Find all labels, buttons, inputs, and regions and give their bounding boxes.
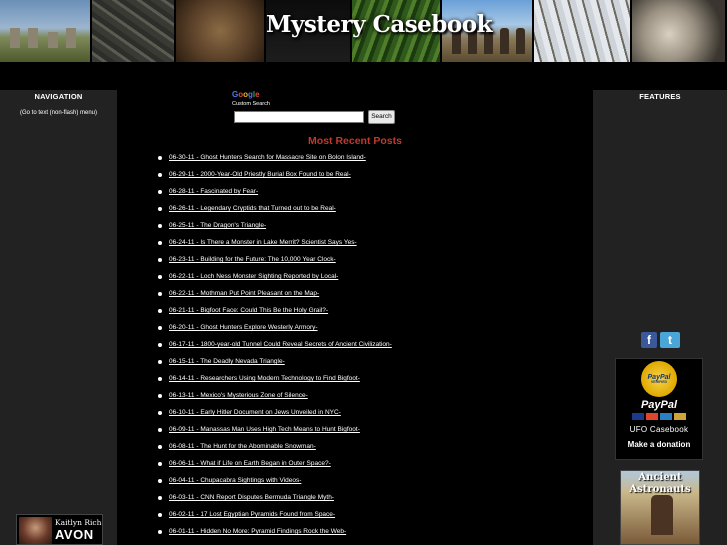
post-link[interactable]: 06-10-11 - Early Hitler Document on Jews… bbox=[169, 409, 341, 416]
creature-image bbox=[632, 0, 727, 62]
twitter-icon[interactable]: t bbox=[660, 332, 680, 348]
ad-title-line2: Astronauts bbox=[629, 484, 691, 495]
list-item: 06-24-11 - Is There a Monster in Lake Me… bbox=[157, 239, 392, 256]
list-item: 06-10-11 - Early Hitler Document on Jews… bbox=[157, 409, 392, 426]
post-link[interactable]: 06-29-11 - 2000-Year-Old Priestly Burial… bbox=[169, 171, 351, 178]
post-link[interactable]: 06-28-11 - Fascinated by Fear- bbox=[169, 188, 258, 195]
list-item: 06-14-11 - Researchers Using Modern Tech… bbox=[157, 375, 392, 392]
snowy-forest-image bbox=[534, 0, 632, 62]
post-link[interactable]: 06-01-11 - Hidden No More: Pyramid Findi… bbox=[169, 528, 346, 535]
post-link[interactable]: 06-20-11 - Ghost Hunters Explore Westerl… bbox=[169, 324, 318, 331]
paypal-verified-badge: PayPal VERIFIED bbox=[641, 361, 677, 397]
post-link[interactable]: 06-25-11 - The Dragon's Triangle- bbox=[169, 222, 266, 229]
social-links: f t bbox=[641, 332, 680, 348]
custom-search-label: Custom Search bbox=[232, 101, 270, 107]
list-item: 06-20-11 - Ghost Hunters Explore Westerl… bbox=[157, 324, 392, 341]
post-link[interactable]: 06-21-11 - Bigfoot Face: Could This Be t… bbox=[169, 307, 328, 314]
search-input[interactable] bbox=[234, 111, 364, 123]
left-sidebar: NAVIGATION (Go to text (non-flash) menu)… bbox=[0, 90, 117, 545]
ad-title-line1: Ancient bbox=[638, 472, 682, 483]
list-item: 06-22-11 - Loch Ness Monster Sighting Re… bbox=[157, 273, 392, 290]
post-link[interactable]: 06-15-11 - The Deadly Nevada Triangle- bbox=[169, 358, 285, 365]
list-item: 06-23-11 - Building for the Future: The … bbox=[157, 256, 392, 273]
list-item: 06-09-11 - Manassas Man Uses High Tech M… bbox=[157, 426, 392, 443]
post-link[interactable]: 06-30-11 - Ghost Hunters Search for Mass… bbox=[169, 154, 366, 161]
recent-posts-list: 06-30-11 - Ghost Hunters Search for Mass… bbox=[157, 154, 392, 545]
facebook-icon[interactable]: f bbox=[641, 332, 657, 348]
paypal-logo: PayPal bbox=[640, 399, 678, 411]
list-item: 06-28-11 - Fascinated by Fear- bbox=[157, 188, 392, 205]
site-title[interactable]: Mystery Casebook bbox=[266, 11, 493, 38]
list-item: 06-06-11 - What if Life on Earth Began i… bbox=[157, 460, 392, 477]
donation-cta: Make a donation bbox=[627, 440, 691, 449]
text-menu-link[interactable]: (Go to text (non-flash) menu) bbox=[0, 110, 117, 116]
avon-logo: AVON bbox=[55, 527, 94, 542]
post-link[interactable]: 06-13-11 - Mexico's Mysterious Zone of S… bbox=[169, 392, 308, 399]
list-item: 06-21-11 - Bigfoot Face: Could This Be t… bbox=[157, 307, 392, 324]
list-item: 06-25-11 - The Dragon's Triangle- bbox=[157, 222, 392, 239]
post-link[interactable]: 06-14-11 - Researchers Using Modern Tech… bbox=[169, 375, 360, 382]
list-item: 06-08-11 - The Hunt for the Abominable S… bbox=[157, 443, 392, 460]
post-link[interactable]: 06-24-11 - Is There a Monster in Lake Me… bbox=[169, 239, 357, 246]
list-item: 06-29-11 - 2000-Year-Old Priestly Burial… bbox=[157, 171, 392, 188]
post-link[interactable]: 06-09-11 - Manassas Man Uses High Tech M… bbox=[169, 426, 360, 433]
avon-rep-name: Kaitlyn Rich bbox=[55, 518, 102, 527]
list-item: 06-30-11 - Ghost Hunters Search for Mass… bbox=[157, 154, 392, 171]
paypal-donate-button[interactable]: PayPal VERIFIED PayPal UFO Casebook Make… bbox=[615, 358, 703, 460]
list-item: 06-13-11 - Mexico's Mysterious Zone of S… bbox=[157, 392, 392, 409]
post-link[interactable]: 06-03-11 - CNN Report Disputes Bermuda T… bbox=[169, 494, 334, 501]
post-link[interactable]: 06-26-11 - Legendary Cryptids that Turne… bbox=[169, 205, 336, 212]
list-item: 06-15-11 - The Deadly Nevada Triangle- bbox=[157, 358, 392, 375]
post-link[interactable]: 06-06-11 - What if Life on Earth Began i… bbox=[169, 460, 331, 467]
header-banner: Mystery Casebook bbox=[0, 0, 727, 62]
list-item: 06-01-11 - Hidden No More: Pyramid Findi… bbox=[157, 528, 392, 545]
donation-org: UFO Casebook bbox=[629, 425, 689, 434]
recent-posts-heading: Most Recent Posts bbox=[308, 135, 402, 147]
post-link[interactable]: 06-22-11 - Loch Ness Monster Sighting Re… bbox=[169, 273, 338, 280]
stonehenge-image bbox=[0, 0, 92, 62]
list-item: 06-03-11 - CNN Report Disputes Bermuda T… bbox=[157, 494, 392, 511]
moai-head-image bbox=[651, 495, 673, 535]
features-heading: FEATURES bbox=[639, 92, 681, 101]
list-item: 06-26-11 - Legendary Cryptids that Turne… bbox=[157, 205, 392, 222]
right-sidebar: FEATURES f t PayPal VERIFIED PayPal UFO … bbox=[593, 90, 727, 545]
list-item: 06-17-11 - 1800-year-old Tunnel Could Re… bbox=[157, 341, 392, 358]
navigation-heading: NAVIGATION bbox=[34, 92, 83, 101]
post-link[interactable]: 06-08-11 - The Hunt for the Abominable S… bbox=[169, 443, 316, 450]
list-item: 06-04-11 - Chupacabra Sightings with Vid… bbox=[157, 477, 392, 494]
carved-stone-image bbox=[176, 0, 266, 62]
payment-cards-icon bbox=[616, 413, 702, 420]
post-link[interactable]: 06-02-11 - 17 Lost Egyptian Pyramids Fou… bbox=[169, 511, 335, 518]
ancient-astronauts-ad[interactable]: Ancient Astronauts bbox=[620, 470, 700, 545]
search-button[interactable]: Search bbox=[368, 110, 395, 124]
post-link[interactable]: 06-04-11 - Chupacabra Sightings with Vid… bbox=[169, 477, 301, 484]
nazca-lines-image bbox=[92, 0, 176, 62]
post-link[interactable]: 06-17-11 - 1800-year-old Tunnel Could Re… bbox=[169, 341, 392, 348]
post-link[interactable]: 06-23-11 - Building for the Future: The … bbox=[169, 256, 336, 263]
google-logo: Google bbox=[232, 90, 260, 99]
post-link[interactable]: 06-22-11 - Mothman Put Point Pleasant on… bbox=[169, 290, 319, 297]
avon-ad[interactable]: Kaitlyn Rich AVON bbox=[16, 514, 103, 545]
list-item: 06-02-11 - 17 Lost Egyptian Pyramids Fou… bbox=[157, 511, 392, 528]
main-content: Google Custom Search Search Most Recent … bbox=[117, 90, 593, 545]
list-item: 06-22-11 - Mothman Put Point Pleasant on… bbox=[157, 290, 392, 307]
avon-rep-photo bbox=[19, 517, 52, 544]
